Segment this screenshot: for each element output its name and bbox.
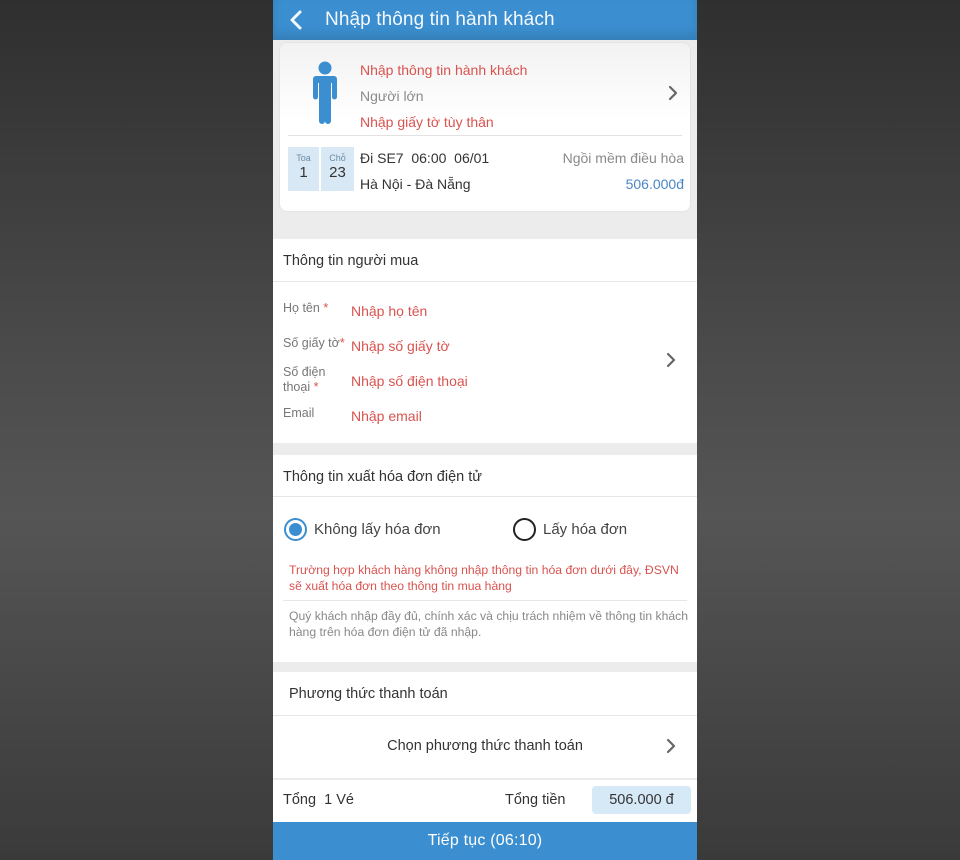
passenger-card[interactable]: Nhập thông tin hành khách Người lớn Nhập… [279, 42, 691, 212]
passenger-info-prompt: Nhập thông tin hành khách [360, 62, 528, 78]
ticket-price: 506.000đ [625, 176, 684, 192]
seat-box: Chỗ 23 [321, 147, 354, 191]
coach-box: Toa 1 [288, 147, 319, 191]
train-info: Đi SE7 06:00 06/01 [360, 150, 490, 166]
radio-no-invoice[interactable] [284, 518, 307, 541]
buyer-section: Thông tin người mua Họ tên * Nhập họ tên… [273, 239, 697, 443]
invoice-section-title: Thông tin xuất hóa đơn điện tử [283, 469, 482, 485]
continue-button[interactable]: Tiếp tục (06:10) [273, 822, 697, 860]
chevron-right-icon[interactable] [668, 85, 678, 106]
phone-screen: Nhập thông tin hành khách Nhập thông tin… [273, 0, 697, 860]
payment-section-title: Phương thức thanh toán [289, 686, 448, 702]
invoice-disclaimer-note: Quý khách nhập đầy đủ, chính xác và chịu… [289, 609, 689, 639]
page-title: Nhập thông tin hành khách [325, 9, 555, 30]
id-document-prompt: Nhập giấy tờ tùy thân [360, 114, 494, 130]
total-amount: 506.000 đ [592, 786, 691, 814]
invoice-warning-note: Trường hợp khách hàng không nhập thông t… [289, 563, 679, 593]
chevron-right-icon[interactable] [666, 738, 676, 759]
full-name-label: Họ tên * [283, 301, 329, 315]
invoice-section: Thông tin xuất hóa đơn điện tử Không lấy… [273, 455, 697, 662]
payment-section: Phương thức thanh toán Chọn phương thức … [273, 672, 697, 778]
radio-invoice[interactable] [513, 518, 536, 541]
card-divider [288, 135, 682, 136]
id-number-label: Số giấy tờ* [283, 336, 345, 350]
route: Hà Nội - Đà Nẵng [360, 176, 471, 192]
invoice-label[interactable]: Lấy hóa đơn [543, 521, 627, 538]
no-invoice-label[interactable]: Không lấy hóa đơn [314, 521, 441, 538]
full-name-input[interactable]: Nhập họ tên [351, 303, 427, 319]
phone-label: Số điện thoại * [283, 365, 326, 394]
app-header: Nhập thông tin hành khách [273, 0, 697, 40]
chevron-right-icon[interactable] [666, 352, 676, 373]
payment-method-select[interactable]: Chọn phương thức thanh toán [273, 738, 697, 754]
section-divider [273, 496, 697, 497]
coach-number: 1 [299, 164, 308, 181]
seat-number: 23 [329, 164, 346, 181]
seat-type: Ngồi mềm điều hòa [562, 150, 684, 166]
section-divider [273, 281, 697, 282]
total-label: Tổng tiền [505, 792, 566, 808]
chevron-left-icon[interactable] [289, 10, 309, 30]
email-label: Email [283, 406, 315, 420]
email-input[interactable]: Nhập email [351, 408, 422, 424]
seat-label: Chỗ [329, 153, 346, 163]
passenger-type: Người lớn [360, 88, 424, 104]
note-divider [283, 600, 687, 601]
ticket-count: Tổng 1 Vé [283, 792, 354, 808]
totals-bar: Tổng 1 Vé Tổng tiền 506.000 đ [273, 780, 697, 822]
coach-label: Toa [296, 153, 311, 163]
phone-input[interactable]: Nhập số điện thoại [351, 373, 468, 389]
section-divider [273, 715, 697, 716]
buyer-section-title: Thông tin người mua [283, 253, 419, 269]
person-icon [310, 61, 340, 130]
id-number-input[interactable]: Nhập số giấy tờ [351, 338, 450, 354]
